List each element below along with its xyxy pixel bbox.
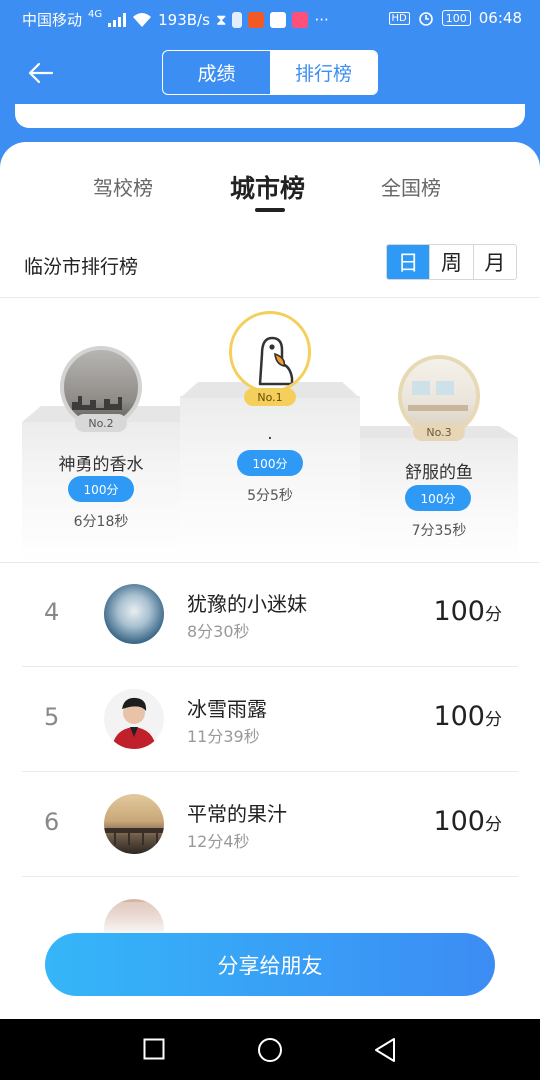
view-toggle: 成绩 排行榜 <box>162 50 378 95</box>
period-selector: 日 周 月 <box>386 244 517 280</box>
score-third: 100分 <box>405 485 471 511</box>
podium: No.2 神勇的香水 100分 6分18秒 No.3 舒服的鱼 100分 7分3… <box>0 298 540 562</box>
back-arrow-icon[interactable] <box>28 60 54 86</box>
score-value: 100 <box>433 701 485 732</box>
avatar <box>104 794 164 854</box>
score-unit: 分 <box>485 815 502 835</box>
avatar <box>104 584 164 644</box>
score-value: 100 <box>433 806 485 837</box>
carrier-label: 中国移动 <box>22 11 83 29</box>
list-item[interactable]: 4 犹豫的小迷妹 8分30秒 100分 <box>22 562 518 667</box>
avatar <box>104 689 164 749</box>
score-value: 100 <box>433 596 485 627</box>
score-unit: 分 <box>485 605 502 625</box>
badge-first: No.1 <box>244 388 296 406</box>
user-name: 犹豫的小迷妹 <box>187 592 307 616</box>
tab-school-ranking[interactable]: 驾校榜 <box>93 172 153 201</box>
podium-block-first <box>180 396 360 562</box>
active-tab-indicator <box>255 208 285 212</box>
recent-apps-icon[interactable] <box>143 1038 165 1060</box>
score-first: 100分 <box>237 450 303 476</box>
tab-leaderboard[interactable]: 排行榜 <box>270 51 377 94</box>
system-nav-bar <box>0 1019 540 1080</box>
network-type: 4G <box>88 9 103 20</box>
scope-tabs: 驾校榜 城市榜 全国榜 <box>0 142 540 222</box>
hourglass-icon: ⧗ <box>215 10 227 29</box>
video-app-notification-icon <box>292 11 309 28</box>
battery-level: 100 <box>445 11 467 25</box>
rank-number: 5 <box>44 703 60 731</box>
signal-icon <box>108 12 127 27</box>
tab-scores[interactable]: 成绩 <box>163 51 270 94</box>
user-score: 100分 <box>433 701 502 732</box>
leaderboard-card: 驾校榜 城市榜 全国榜 临汾市排行榜 日 周 月 No.2 神勇的香水 100分… <box>0 142 540 1019</box>
hd-icon: HD <box>388 11 410 25</box>
user-time: 12分4秒 <box>187 832 250 851</box>
name-second: 神勇的香水 <box>58 455 144 475</box>
clock: 06:48 <box>478 9 522 27</box>
user-time: 8分30秒 <box>187 622 250 641</box>
top-nav: 成绩 排行榜 <box>0 38 540 108</box>
battery-icon: 100 <box>441 10 471 26</box>
time-first: 5分5秒 <box>247 488 293 504</box>
goose-avatar-icon <box>258 336 294 386</box>
back-triangle-icon[interactable] <box>373 1037 397 1063</box>
battery-saver-icon <box>232 11 243 28</box>
score-second: 100分 <box>68 476 134 502</box>
user-name: 平常的果汁 <box>187 802 287 826</box>
previous-card-edge <box>15 104 525 128</box>
time-second: 6分18秒 <box>73 514 129 530</box>
period-week-button[interactable]: 周 <box>429 245 472 279</box>
rank-number: 4 <box>44 598 60 626</box>
network-speed: 193B/s <box>158 10 210 29</box>
badge-third: No.3 <box>413 423 465 441</box>
name-third: 舒服的鱼 <box>405 463 473 483</box>
period-day-button[interactable]: 日 <box>387 245 430 279</box>
user-name: 冰雪雨露 <box>187 697 267 721</box>
more-notifications-icon: ··· <box>314 10 329 29</box>
rank-number: 6 <box>44 808 60 836</box>
avatar-first[interactable] <box>229 311 311 393</box>
user-score: 100分 <box>433 806 502 837</box>
app-notification-icon <box>248 11 265 28</box>
wifi-icon <box>133 12 152 27</box>
score-unit: 分 <box>485 710 502 730</box>
baidu-notification-icon <box>270 11 287 28</box>
time-third: 7分35秒 <box>411 523 467 539</box>
status-bar: 中国移动 4G 193B/s ⧗ ··· HD 100 06:48 <box>0 0 540 38</box>
badge-second: No.2 <box>75 414 127 432</box>
share-button[interactable]: 分享给朋友 <box>45 933 495 996</box>
city-skyline-photo <box>72 396 122 410</box>
alarm-icon <box>418 12 433 26</box>
home-icon[interactable] <box>257 1037 283 1063</box>
interior-room-photo <box>408 381 468 411</box>
ranking-title: 临汾市排行榜 <box>24 256 139 278</box>
list-item[interactable]: 5 冰雪雨露 11分39秒 100分 <box>22 667 518 772</box>
user-time: 11分39秒 <box>187 727 260 746</box>
tab-city-ranking[interactable]: 城市榜 <box>230 169 305 205</box>
period-month-button[interactable]: 月 <box>472 245 516 279</box>
name-first: . <box>267 424 273 444</box>
tab-national-ranking[interactable]: 全国榜 <box>381 172 441 201</box>
user-score: 100分 <box>433 596 502 627</box>
ranking-header: 临汾市排行榜 日 周 月 <box>0 236 540 296</box>
list-item[interactable]: 6 平常的果汁 12分4秒 100分 <box>22 772 518 877</box>
